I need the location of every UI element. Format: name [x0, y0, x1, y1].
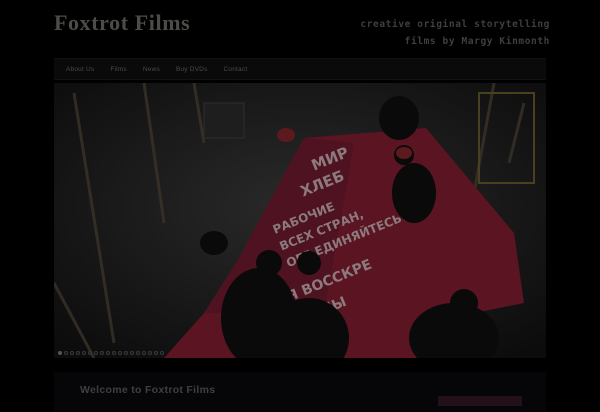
slider-dot[interactable] — [142, 351, 146, 355]
hero-slider[interactable]: МИР ХЛЕБ РАБОЧИЕ ВСЕХ СТРАН, ОБЪЕДИНЯЙТЕ… — [54, 83, 546, 358]
slider-dot[interactable] — [58, 351, 62, 355]
slider-dot[interactable] — [76, 351, 80, 355]
welcome-accent-block — [438, 396, 522, 406]
slider-dot[interactable] — [136, 351, 140, 355]
slider-dot[interactable] — [100, 351, 104, 355]
tagline-line-1: creative original storytelling — [360, 19, 550, 30]
tagline-line-2: films by Margy Kinmonth — [404, 36, 550, 47]
slider-dot[interactable] — [64, 351, 68, 355]
slider-pagination — [58, 351, 164, 355]
slider-dot[interactable] — [160, 351, 164, 355]
slider-dot[interactable] — [88, 351, 92, 355]
slider-dot[interactable] — [82, 351, 86, 355]
nav-item-buy-dvds[interactable]: Buy DVDs — [168, 66, 216, 73]
hero-image: МИР ХЛЕБ РАБОЧИЕ ВСЕХ СТРАН, ОБЪЕДИНЯЙТЕ… — [54, 83, 546, 358]
slider-dot[interactable] — [130, 351, 134, 355]
site-title[interactable]: Foxtrot Films — [54, 10, 190, 36]
slider-dot[interactable] — [154, 351, 158, 355]
slider-dot[interactable] — [94, 351, 98, 355]
slider-dot[interactable] — [70, 351, 74, 355]
nav-item-about-us[interactable]: About Us — [58, 66, 102, 73]
slider-dot[interactable] — [112, 351, 116, 355]
slider-dot[interactable] — [106, 351, 110, 355]
main-nav: About Us Films News Buy DVDs Contact — [54, 58, 546, 80]
slider-dot[interactable] — [148, 351, 152, 355]
slider-dot[interactable] — [118, 351, 122, 355]
nav-item-contact[interactable]: Contact — [216, 66, 256, 73]
nav-item-films[interactable]: Films — [102, 66, 135, 73]
slider-dot[interactable] — [124, 351, 128, 355]
nav-item-news[interactable]: News — [135, 66, 168, 73]
site-tagline: creative original storytelling films by … — [330, 16, 550, 50]
welcome-title: Welcome to Foxtrot Films — [80, 384, 216, 396]
welcome-section: Welcome to Foxtrot Films — [54, 372, 546, 412]
